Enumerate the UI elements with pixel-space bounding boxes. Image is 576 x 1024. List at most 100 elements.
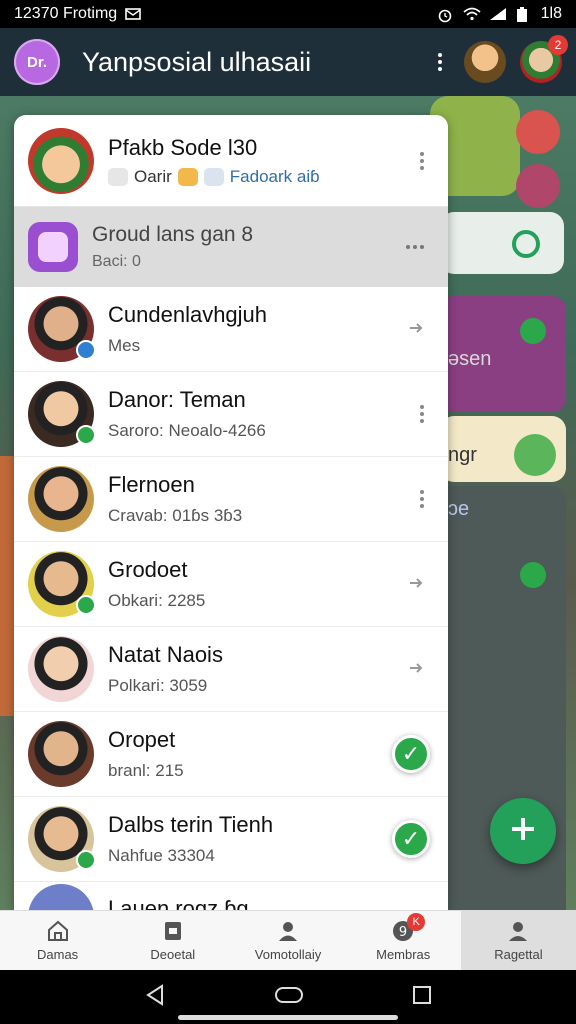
contact-avatar xyxy=(28,806,96,872)
contact-sub: Saroro: Neoalo-4266 xyxy=(108,421,266,440)
list-item[interactable]: Flernoen Cravab: 01ɓs 3ɓ3 xyxy=(14,457,448,542)
contact-sub: Mes xyxy=(108,336,141,355)
chevron-right-icon[interactable] xyxy=(408,656,434,682)
contact-avatar xyxy=(28,296,96,362)
list-item[interactable]: Danor: Teman Saroro: Neoalo-4266 xyxy=(14,372,448,457)
nav-label: Vomotollaiy xyxy=(254,947,322,962)
drawer-header[interactable]: Pfakb Sode l30 Oarir Fadoark aiɓ xyxy=(14,115,448,207)
bg-avatar-1 xyxy=(516,110,560,154)
mail-icon xyxy=(125,7,141,21)
header-name: Pfakb Sode l30 xyxy=(108,134,258,160)
nav-item-home[interactable]: Damas xyxy=(0,911,115,970)
recents-icon[interactable] xyxy=(412,985,432,1010)
shield-icon xyxy=(203,167,224,186)
signal-icon xyxy=(489,7,506,21)
emoji-icon xyxy=(177,167,198,186)
list-item[interactable]: Grodoet Obkari: 2285 xyxy=(14,542,448,627)
cloud-icon xyxy=(108,167,128,186)
verified-icon xyxy=(76,425,96,445)
header-more-icon[interactable] xyxy=(410,151,434,170)
system-nav-bar xyxy=(0,970,576,1024)
nav-label: Damas xyxy=(37,947,79,962)
contact-sub: Obkari: 2285 xyxy=(108,591,206,610)
wifi-icon xyxy=(463,7,481,21)
contact-name: Natat Naois xyxy=(108,642,223,667)
contact-sub: Polkari: 3059 xyxy=(108,676,208,695)
list-item[interactable]: Dalbs terin Tienh Nahfue 33304 ✓ xyxy=(14,797,448,882)
chevron-right-icon[interactable] xyxy=(408,571,434,597)
chevron-right-icon[interactable] xyxy=(408,316,434,342)
bg-search-icon xyxy=(512,230,540,258)
app-bar: Dr. Yanpsosial ulhasaii 2 xyxy=(0,28,576,96)
contact-name: Flernoen xyxy=(108,472,195,497)
list-item-partial[interactable]: Lauen roɑz ɓg xyxy=(14,882,448,910)
contact-sub: branl: 215 xyxy=(108,761,184,780)
contact-name: Lauen roɑz ɓg xyxy=(108,896,249,910)
group-sub: Baci: 0 xyxy=(92,253,141,270)
list-item[interactable]: Oropet branl: 215 ✓ xyxy=(14,712,448,797)
group-row[interactable]: Groud lans gan 8 Baci: 0 xyxy=(14,207,448,287)
notification-avatar[interactable]: 2 xyxy=(520,35,568,83)
more-options-icon[interactable] xyxy=(410,490,434,508)
bg-text-2: ngr xyxy=(448,444,477,466)
nav-item-profile[interactable]: Ragettal xyxy=(460,911,576,970)
bg-text-1: əsen xyxy=(448,348,492,370)
group-name: Groud lans gan 8 xyxy=(92,223,254,246)
battery-icon xyxy=(515,7,531,22)
verified-icon xyxy=(76,340,96,360)
contacts-drawer: Pfakb Sode l30 Oarir Fadoark aiɓ Groud l… xyxy=(14,115,448,910)
group-icon xyxy=(28,222,78,272)
list-item[interactable]: Natat Naois Polkari: 3059 xyxy=(14,627,448,712)
profile-avatar[interactable] xyxy=(464,41,506,83)
more-options-icon[interactable] xyxy=(430,53,450,71)
contact-name: Cundenlavhgjuh xyxy=(108,302,268,327)
nav-item-documents[interactable]: Deoetal xyxy=(115,911,230,970)
home-nav-icon[interactable] xyxy=(274,985,304,1010)
status-bar: 12370 Frotimg 1l8 xyxy=(0,0,576,28)
bg-plus-icon-2 xyxy=(520,562,546,588)
contact-avatar xyxy=(28,721,94,787)
app-logo[interactable]: Dr. xyxy=(14,39,60,85)
contact-avatar xyxy=(28,381,96,447)
nav-item-community[interactable]: Vomotollaiy xyxy=(230,911,345,970)
add-fab-button[interactable] xyxy=(490,798,556,864)
members-icon: 9 K xyxy=(391,913,426,943)
group-more-icon[interactable] xyxy=(406,245,434,249)
notification-badge: 2 xyxy=(548,35,568,55)
back-icon[interactable] xyxy=(144,983,166,1011)
nav-item-members[interactable]: 9 K Membras xyxy=(346,911,461,970)
nav-label: Ragettal xyxy=(494,947,543,962)
header-link[interactable]: Fadoark aiɓ xyxy=(230,167,320,187)
more-options-icon[interactable] xyxy=(410,405,434,423)
bottom-nav: Damas Deoetal Vomotollaiy 9 K Membras Ra… xyxy=(0,910,576,970)
contact-name: Danor: Teman xyxy=(108,387,246,412)
verified-icon xyxy=(76,850,96,870)
bg-avatar-3 xyxy=(514,434,556,476)
check-icon[interactable]: ✓ xyxy=(392,735,430,773)
contact-name: Oropet xyxy=(108,727,176,752)
gesture-pill[interactable] xyxy=(178,1015,398,1020)
header-tag: Oarir xyxy=(134,166,172,186)
contact-avatar xyxy=(28,636,94,702)
plus-icon xyxy=(508,809,538,854)
header-avatar xyxy=(28,127,94,194)
bg-avatar-2 xyxy=(516,164,560,208)
nav-label: Membras xyxy=(376,947,431,962)
list-item[interactable]: Cundenlavhgjuh Mes xyxy=(14,287,448,372)
contact-avatar xyxy=(28,551,96,617)
bg-card-search xyxy=(440,212,564,274)
check-icon[interactable]: ✓ xyxy=(392,820,430,858)
contact-name: Grodoet xyxy=(108,557,188,582)
alarm-icon xyxy=(437,7,453,23)
contact-list: Cundenlavhgjuh Mes Danor: Teman Saroro: Neo… xyxy=(14,287,448,882)
contact-avatar xyxy=(28,884,94,910)
status-clock: 1l8 xyxy=(540,5,562,22)
members-badge: K xyxy=(407,913,426,931)
nav-label: Deoetal xyxy=(150,947,196,962)
app-logo-text: Dr. xyxy=(26,53,47,71)
bg-text-3: ɔe xyxy=(448,498,470,520)
person-icon xyxy=(506,919,530,943)
contact-sub: Nahfue 33304 xyxy=(108,846,215,865)
bg-plus-icon xyxy=(520,318,546,344)
people-icon xyxy=(276,919,300,943)
